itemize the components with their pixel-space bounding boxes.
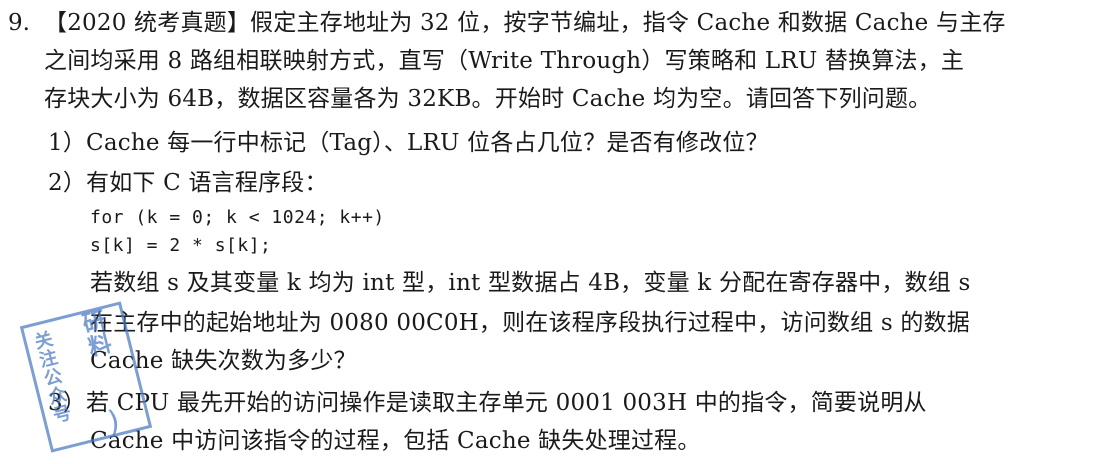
question-page: 9. 【2020 统考真题】假定主存地址为 32 位，按字节编址，指令 Cach… (0, 0, 1120, 464)
subquestion-1: 1）Cache 每一行中标记（Tag）、LRU 位各占几位？是否有修改位？ (48, 130, 769, 156)
subquestion-2-text-3: Cache 缺失次数为多少？ (90, 348, 357, 374)
code-line-1: for (k = 0; k < 1024; k++) (90, 207, 385, 228)
question-line-3: 存块大小为 64B，数据区容量各为 32KB。开始时 Cache 均为空。请回答… (44, 86, 932, 112)
subquestion-3-label: 3）若 CPU 最先开始的访问操作是读取主存单元 0001 003H 中的指令，… (48, 390, 927, 416)
subquestion-3-text: Cache 中访问该指令的过程，包括 Cache 缺失处理过程。 (90, 428, 701, 454)
subquestion-2-text-2: 在主存中的起始地址为 0080 00C0H，则在该程序段执行过程中，访问数组 s… (90, 310, 970, 336)
question-number: 9. (8, 10, 30, 36)
subquestion-2-text-1: 若数组 s 及其变量 k 均为 int 型，int 型数据占 4B，变量 k 分… (90, 270, 971, 296)
code-line-2: s[k] = 2 * s[k]; (90, 235, 272, 256)
question-line-2: 之间均采用 8 路组相联映射方式，直写（Write Through）写策略和 L… (44, 48, 965, 74)
question-line-1: 【2020 统考真题】假定主存地址为 32 位，按字节编址，指令 Cache 和… (44, 10, 1006, 36)
subquestion-2-label: 2）有如下 C 语言程序段： (48, 170, 328, 196)
